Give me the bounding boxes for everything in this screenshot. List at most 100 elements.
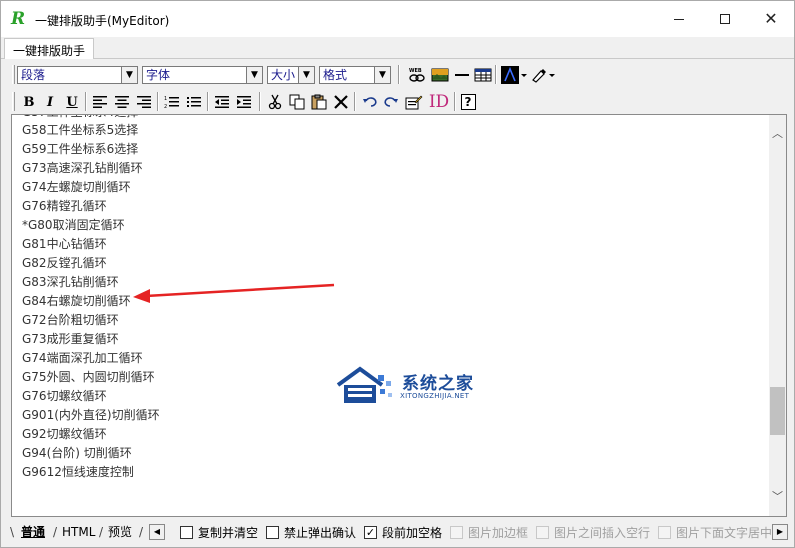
watermark-url: XITONGZHIJIA.NET bbox=[400, 392, 470, 400]
outdent-button[interactable] bbox=[212, 92, 232, 112]
ordered-list-button[interactable]: 1 2 bbox=[162, 92, 182, 112]
maximize-button[interactable] bbox=[702, 1, 748, 37]
svg-text:2: 2 bbox=[164, 104, 167, 109]
image-border-checkbox[interactable]: 图片加边框 bbox=[450, 524, 528, 540]
editor-line: G94(台阶) 切削循环 bbox=[22, 446, 132, 460]
editor-line: G76切螺纹循环 bbox=[22, 389, 107, 403]
align-center-button[interactable] bbox=[112, 92, 132, 112]
help-button[interactable]: ? bbox=[458, 92, 478, 112]
editor-line: G75外圆、内圆切削循环 bbox=[22, 370, 155, 384]
copy-and-clear-checkbox[interactable]: 复制并清空 bbox=[180, 524, 258, 540]
insert-id-button[interactable]: ID bbox=[427, 92, 451, 112]
horizontal-rule-icon bbox=[455, 74, 469, 76]
options-scroll-right-icon[interactable]: ▶ bbox=[772, 524, 788, 540]
editor-line: G82反镗孔循环 bbox=[22, 256, 107, 270]
cut-button[interactable] bbox=[265, 92, 285, 112]
tab-divider: \ bbox=[10, 525, 15, 539]
tab-divider: / bbox=[99, 525, 104, 539]
chevron-down-icon: ▼ bbox=[298, 67, 314, 83]
checkbox-box: ✓ bbox=[364, 525, 377, 539]
tab-preview[interactable]: 预览 bbox=[105, 523, 135, 541]
editor-line: G84右螺旋切削循环 bbox=[22, 294, 131, 308]
checkbox-box bbox=[658, 525, 671, 539]
tab-main[interactable]: 一键排版助手 bbox=[4, 38, 95, 59]
font-select[interactable]: 字体 ▼ bbox=[142, 66, 263, 84]
indent-button[interactable] bbox=[234, 92, 254, 112]
horizontal-rule-button[interactable] bbox=[452, 65, 472, 85]
editor-line: G73成形重复循环 bbox=[22, 332, 119, 346]
toolbar-separator bbox=[495, 65, 497, 84]
toolbar-separator bbox=[85, 92, 87, 111]
close-icon: ✕ bbox=[764, 9, 778, 28]
highlight-color-button[interactable] bbox=[529, 65, 555, 85]
format-select-value: 格式 bbox=[323, 68, 348, 82]
editor-line: *G80取消固定循环 bbox=[22, 218, 125, 232]
copy-button[interactable] bbox=[287, 92, 307, 112]
underline-button[interactable]: U bbox=[62, 92, 82, 112]
italic-button[interactable]: I bbox=[40, 92, 60, 112]
chevron-down-icon: ▼ bbox=[246, 67, 262, 83]
undo-button[interactable] bbox=[360, 92, 380, 112]
bottom-bar: \ 普通 / HTML / 预览 / ◀ 复制并清空 禁止弹出确认 ✓ 段前加空… bbox=[1, 519, 794, 545]
delete-button[interactable] bbox=[331, 92, 351, 112]
svg-text:1: 1 bbox=[164, 96, 167, 102]
checkbox-label: 禁止弹出确认 bbox=[284, 525, 357, 540]
minimize-icon bbox=[674, 18, 684, 20]
editor-line: G74左螺旋切削循环 bbox=[22, 180, 131, 194]
image-caption-center-checkbox[interactable]: 图片下面文字居中 bbox=[658, 524, 772, 540]
edit-note-icon bbox=[405, 95, 423, 110]
align-right-button[interactable] bbox=[134, 92, 154, 112]
font-select-value: 字体 bbox=[146, 68, 171, 82]
edit-toolbar: B I U 1 2 ID ? bbox=[11, 89, 786, 114]
insert-link-button[interactable]: WEB bbox=[407, 65, 427, 85]
paragraph-select-value: 段落 bbox=[21, 68, 46, 82]
tab-html[interactable]: HTML bbox=[59, 523, 98, 541]
tab-scroll-left-icon[interactable]: ◀ bbox=[149, 524, 165, 540]
paste-button[interactable] bbox=[309, 92, 329, 112]
redo-button[interactable] bbox=[381, 92, 401, 112]
paste-icon bbox=[311, 94, 327, 110]
align-left-button[interactable] bbox=[90, 92, 110, 112]
scrollbar-thumb[interactable] bbox=[770, 387, 785, 435]
disable-confirm-checkbox[interactable]: 禁止弹出确认 bbox=[266, 524, 356, 540]
checkbox-box bbox=[450, 525, 463, 539]
editor-line: G83深孔钻削循环 bbox=[22, 275, 119, 289]
unordered-list-button[interactable] bbox=[184, 92, 204, 112]
svg-text:WEB: WEB bbox=[409, 68, 422, 74]
image-blank-line-checkbox[interactable]: 图片之间插入空行 bbox=[536, 524, 650, 540]
app-window: R 一键排版助手(MyEditor) ✕ 一键排版助手 段落 ▼ 字体 ▼ 大小… bbox=[0, 0, 795, 548]
size-select-value: 大小 bbox=[271, 68, 296, 82]
checkbox-label: 图片下面文字居中 bbox=[676, 525, 773, 540]
editor-area[interactable]: G57工件坐标系4选择 G58工件坐标系5选择G59工件坐标系6选择G73高速深… bbox=[11, 114, 787, 517]
indent-paragraph-checkbox[interactable]: ✓ 段前加空格 bbox=[364, 524, 442, 540]
scroll-down-icon[interactable]: ﹀ bbox=[769, 488, 786, 504]
title-bar[interactable]: R 一键排版助手(MyEditor) ✕ bbox=[1, 1, 794, 37]
toolbar-separator bbox=[157, 92, 159, 111]
text-color-button[interactable] bbox=[501, 65, 527, 85]
image-icon bbox=[431, 68, 449, 82]
minimize-button[interactable] bbox=[656, 1, 702, 37]
undo-icon bbox=[363, 97, 377, 107]
insert-image-button[interactable] bbox=[430, 65, 450, 85]
toolbar-grip[interactable] bbox=[12, 65, 15, 84]
size-select[interactable]: 大小 ▼ bbox=[267, 66, 315, 84]
format-select[interactable]: 格式 ▼ bbox=[319, 66, 391, 84]
edit-properties-button[interactable] bbox=[404, 92, 424, 112]
insert-table-button[interactable] bbox=[473, 65, 493, 85]
bold-button[interactable]: B bbox=[19, 92, 39, 112]
help-icon: ? bbox=[460, 94, 476, 110]
editor-line: G72台阶粗切循环 bbox=[22, 313, 119, 327]
editor-line: G9612恒线速度控制 bbox=[22, 465, 134, 479]
toolbar-separator bbox=[259, 92, 261, 111]
close-button[interactable]: ✕ bbox=[748, 1, 794, 37]
text-color-icon bbox=[501, 66, 527, 84]
toolbar-grip[interactable] bbox=[12, 92, 15, 111]
vertical-scrollbar[interactable]: ︿ ﹀ bbox=[769, 115, 786, 516]
checkbox-box bbox=[536, 525, 549, 539]
maximize-icon bbox=[720, 14, 730, 24]
scroll-up-icon[interactable]: ︿ bbox=[769, 125, 786, 141]
tab-normal[interactable]: 普通 bbox=[18, 523, 48, 541]
outdent-icon bbox=[215, 96, 229, 108]
paragraph-select[interactable]: 段落 ▼ bbox=[17, 66, 138, 84]
format-toolbar: 段落 ▼ 字体 ▼ 大小 ▼ 格式 ▼ WEB bbox=[11, 62, 786, 87]
